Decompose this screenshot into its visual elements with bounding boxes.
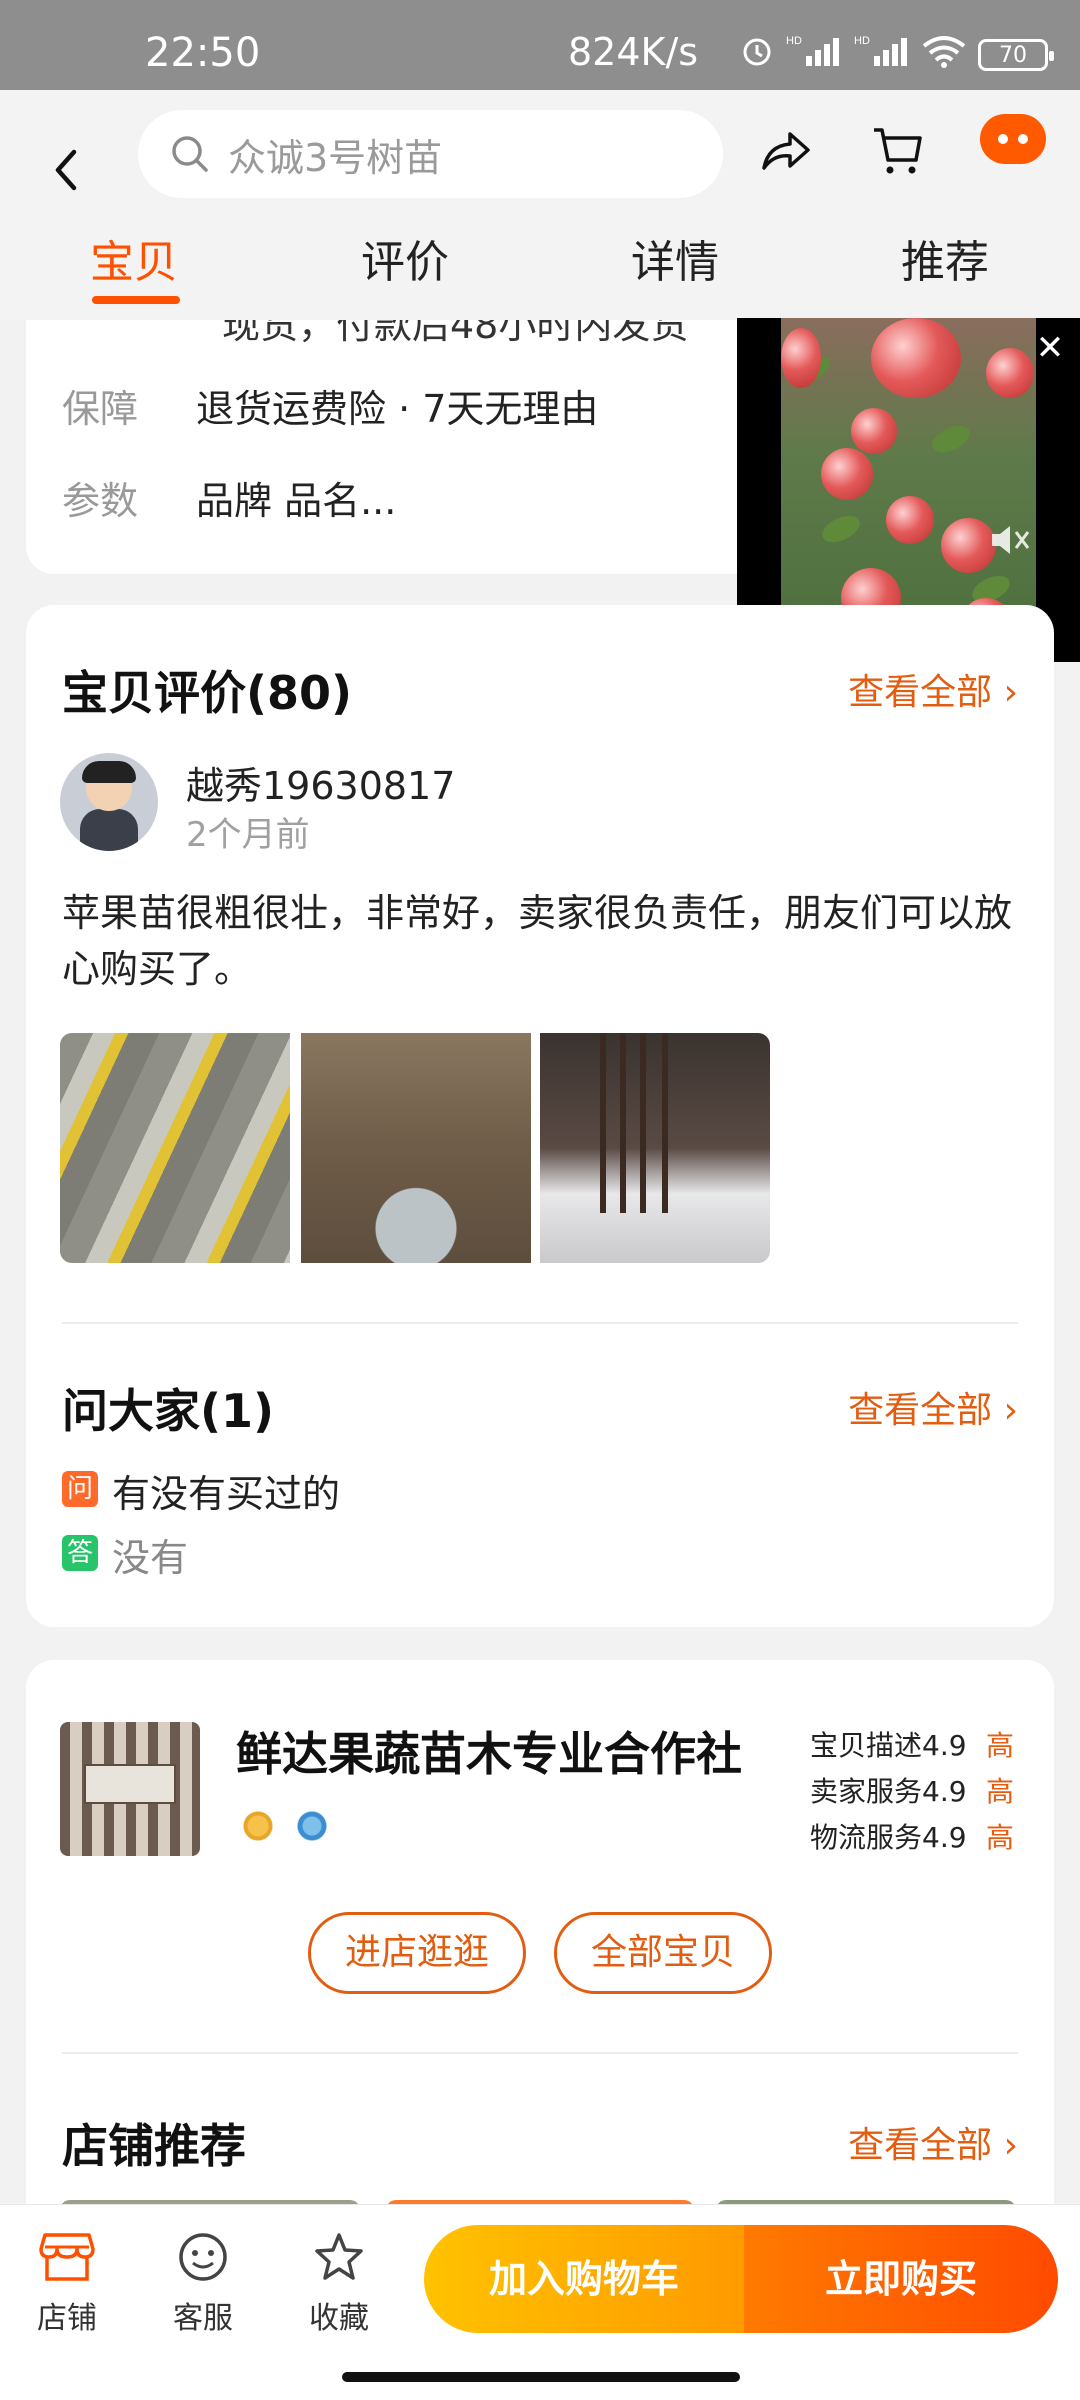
back-button[interactable] — [52, 130, 96, 210]
status-bar: 22:50 824K/s HD HD 70 — [0, 0, 1080, 90]
search-placeholder: 众诚3号树苗 — [228, 135, 443, 180]
network-speed: 824K/s — [568, 30, 699, 74]
status-time: 22:50 — [145, 30, 261, 76]
store-label: 店铺 — [37, 2301, 97, 2336]
chevron-right-icon: › — [1003, 672, 1018, 713]
reviews-title: 宝贝评价(80) — [62, 666, 353, 720]
chevron-right-icon: › — [1003, 1390, 1018, 1431]
shop-recommend-see-all-label: 查看全部 — [848, 2125, 993, 2166]
tab-item[interactable]: 宝贝 — [64, 226, 204, 290]
question-text[interactable]: 有没有买过的 — [112, 1463, 340, 1518]
score-description: 宝贝描述4.9 — [810, 1729, 967, 1762]
avatar[interactable] — [60, 753, 158, 851]
score-description-level: 高 — [986, 1729, 1015, 1762]
customer-service-icon — [179, 2233, 227, 2281]
shop-name[interactable]: 鲜达果蔬苗木专业合作社 — [236, 1718, 742, 1784]
qa-title: 问大家(1) — [62, 1384, 275, 1438]
reviews-see-all-link[interactable]: 查看全部 › — [848, 663, 1018, 715]
cart-button[interactable] — [870, 122, 926, 182]
all-items-button[interactable]: 全部宝贝 — [554, 1912, 772, 1994]
svg-text:HD: HD — [786, 35, 802, 47]
score-logistics: 物流服务4.9 — [810, 1821, 967, 1854]
medal-icon — [240, 1808, 276, 1844]
top-nav: 众诚3号树苗 宝贝 评价 详情 推荐 — [0, 90, 1080, 320]
enter-shop-button[interactable]: 进店逛逛 — [308, 1912, 526, 1994]
tab-details[interactable]: 详情 — [605, 226, 745, 290]
shop-logo[interactable] — [60, 1722, 200, 1856]
guarantee-label: 保障 — [62, 387, 139, 431]
tab-bar: 宝贝 评价 详情 推荐 — [0, 226, 1080, 306]
shop-recommend-title: 店铺推荐 — [62, 2119, 246, 2173]
favorite-button[interactable]: 收藏 — [284, 2231, 394, 2337]
service-label: 客服 — [173, 2301, 233, 2336]
signal-icon-2: HD — [854, 34, 910, 76]
chevron-right-icon: › — [1003, 2125, 1018, 2166]
answer-badge: 答 — [62, 1535, 98, 1571]
guarantee-value[interactable]: 退货运费险 · 7天无理由 — [196, 378, 598, 433]
qa-see-all-label: 查看全部 — [848, 1390, 993, 1431]
battery-icon: 70 — [978, 39, 1054, 71]
tab-recommend[interactable]: 推荐 — [875, 226, 1015, 290]
bottom-action-bar: 店铺 客服 收藏 加入购物车 立即购买 — [0, 2204, 1080, 2400]
store-icon — [39, 2233, 95, 2281]
reviews-see-all-label: 查看全部 — [848, 672, 993, 713]
question-badge: 问 — [62, 1471, 98, 1507]
tab-active-indicator — [92, 296, 180, 304]
alarm-icon — [740, 34, 774, 76]
reviewer-name: 越秀19630817 — [186, 764, 456, 808]
status-icons: HD HD 70 — [740, 34, 1054, 76]
params-label: 参数 — [62, 479, 139, 523]
review-text: 苹果苗很粗很壮，非常好，卖家很负责任，朋友们可以放心购买了。 — [62, 891, 1013, 991]
store-button[interactable]: 店铺 — [12, 2231, 122, 2337]
search-bar[interactable]: 众诚3号树苗 — [138, 110, 723, 198]
close-icon[interactable]: ✕ — [1028, 326, 1072, 370]
divider — [62, 1322, 1018, 1324]
favorite-label: 收藏 — [309, 2301, 369, 2336]
answer-text: 没有 — [112, 1536, 189, 1580]
share-icon — [762, 132, 810, 170]
score-logistics-level: 高 — [986, 1821, 1015, 1854]
qa-see-all-link[interactable]: 查看全部 › — [848, 1381, 1018, 1433]
tab-reviews[interactable]: 评价 — [335, 226, 475, 290]
review-photo-3[interactable] — [540, 1033, 770, 1263]
home-indicator[interactable] — [342, 2372, 740, 2382]
search-icon — [172, 136, 208, 172]
divider — [62, 2052, 1018, 2054]
cart-icon — [874, 128, 922, 174]
svg-text:HD: HD — [854, 35, 870, 47]
buy-now-button[interactable]: 立即购买 — [744, 2225, 1058, 2333]
service-button[interactable]: 客服 — [148, 2231, 258, 2337]
star-icon — [315, 2233, 363, 2280]
review-photo-1[interactable] — [60, 1033, 290, 1263]
review-photo-2[interactable] — [301, 1033, 531, 1263]
crown-icon — [294, 1808, 330, 1844]
score-service: 卖家服务4.9 — [810, 1775, 967, 1808]
share-button[interactable] — [760, 128, 812, 178]
wifi-icon — [922, 34, 966, 76]
shop-recommend-see-all-link[interactable]: 查看全部 › — [848, 2116, 1018, 2168]
review-time: 2个月前 — [186, 815, 310, 855]
mute-icon[interactable] — [986, 518, 1036, 568]
params-value[interactable]: 品牌 品名... — [196, 470, 396, 525]
message-icon[interactable] — [980, 114, 1046, 164]
add-to-cart-button[interactable]: 加入购物车 — [424, 2225, 744, 2333]
chevron-left-icon — [55, 149, 77, 191]
score-service-level: 高 — [986, 1775, 1015, 1808]
reviews-card: 宝贝评价(80) 查看全部 › 越秀19630817 2个月前 苹果苗很粗很壮，… — [26, 605, 1054, 1627]
signal-icon: HD — [786, 34, 842, 76]
